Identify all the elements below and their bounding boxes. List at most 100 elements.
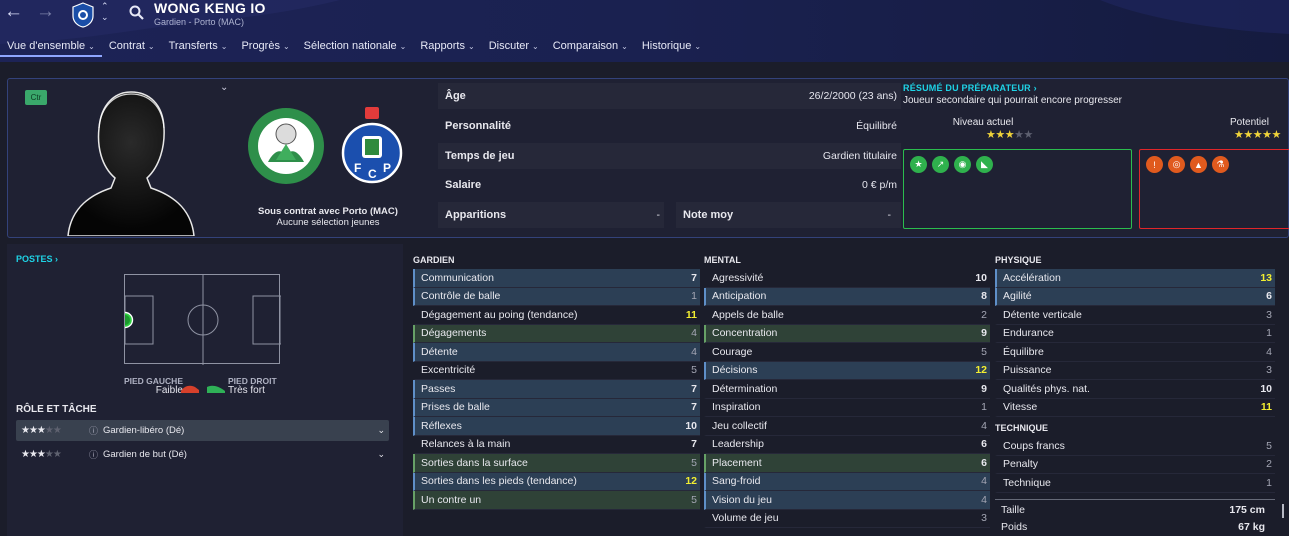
chevron-down-icon[interactable]: ⌄	[377, 425, 385, 436]
attribute-row[interactable]: Dégagement au poing (tendance) 11	[413, 306, 700, 325]
attribute-row[interactable]: Penalty 2	[995, 456, 1275, 474]
flask-trait-icon[interactable]: ⚗	[1212, 156, 1229, 173]
attribute-row[interactable]: Jeu collectif 4	[704, 417, 990, 436]
caps-line: Aucune sélection jeunes	[276, 217, 380, 228]
menu-compare[interactable]: Comparaison ⌄	[546, 37, 635, 57]
attribute-name: Accélération	[1003, 271, 1061, 284]
attribute-row[interactable]: Inspiration 1	[704, 399, 990, 417]
attribute-name: Technique	[1003, 476, 1051, 489]
attribute-name: Courage	[712, 345, 753, 358]
attribute-row[interactable]: Sorties dans la surface 5	[413, 454, 700, 473]
attribute-row[interactable]: Dégagements 4	[413, 324, 700, 343]
menu-reports[interactable]: Rapports ⌄	[413, 37, 481, 57]
current-ability-stars: ★★★★★	[986, 129, 1033, 141]
trend-up-trait-icon[interactable]: ↗	[932, 156, 949, 173]
attribute-value: 4	[981, 493, 987, 506]
attribute-row[interactable]: Communication 7	[413, 269, 700, 288]
menu-transfers[interactable]: Transferts ⌄	[162, 37, 235, 57]
attribute-value: 5	[691, 364, 697, 377]
star-trait-icon[interactable]: ★	[910, 156, 927, 173]
attribute-name: Agilité	[1003, 290, 1032, 303]
attribute-name: Dégagement au poing (tendance)	[421, 308, 578, 321]
attribute-row[interactable]: Puissance 3	[995, 362, 1275, 380]
attribute-row[interactable]: Placement 6	[704, 454, 990, 473]
attribute-row[interactable]: Anticipation 8	[704, 287, 990, 306]
menu-contract[interactable]: Contrat ⌄	[102, 37, 162, 57]
attribute-row[interactable]: Endurance 1	[995, 325, 1275, 343]
attribute-value: 5	[981, 345, 987, 358]
attribute-row[interactable]: Appels de balle 2	[704, 306, 990, 325]
target-trait-icon[interactable]: ◎	[1168, 156, 1185, 173]
brain-trait-icon[interactable]: ◉	[954, 156, 971, 173]
attribute-name: Sorties dans la surface	[421, 456, 528, 469]
attribute-row[interactable]: Coups francs 5	[995, 437, 1275, 456]
attribute-row[interactable]: Excentricité 5	[413, 362, 700, 380]
attribute-row[interactable]: Sang-froid 4	[704, 472, 990, 491]
svg-text:P: P	[383, 161, 391, 175]
attribute-row[interactable]: Relances à la main 7	[413, 436, 700, 454]
search-icon[interactable]	[129, 5, 144, 20]
club-crest-icon[interactable]	[72, 2, 94, 28]
attribute-row[interactable]: Équilibre 4	[995, 343, 1275, 362]
role-title: RÔLE ET TÂCHE	[16, 404, 97, 415]
attribute-row[interactable]: Agilité 6	[995, 287, 1275, 306]
menu-overview[interactable]: Vue d'ensemble ⌄	[0, 37, 102, 57]
attribute-row[interactable]: Accélération 13	[995, 269, 1275, 288]
attribute-row[interactable]: Un contre un 5	[413, 491, 700, 510]
attribute-row[interactable]: Prises de balle 7	[413, 398, 700, 417]
player-switch-arrows[interactable]: ⌃ ⌄	[101, 1, 109, 23]
attribute-row[interactable]: Concentration 9	[704, 324, 990, 343]
attribute-row[interactable]: Détente 4	[413, 343, 700, 362]
attribute-row[interactable]: Vision du jeu 4	[704, 491, 990, 510]
nation-crest-image	[248, 108, 324, 184]
technical-title: TECHNIQUE	[995, 423, 1049, 433]
attribute-row[interactable]: Décisions 12	[704, 361, 990, 380]
attribute-name: Détente	[421, 345, 458, 358]
info-icon[interactable]: ⓘ	[89, 424, 101, 437]
attribute-row[interactable]: Passes 7	[413, 380, 700, 399]
menu-history[interactable]: Historique ⌄	[635, 37, 708, 57]
attribute-row[interactable]: Technique 1	[995, 474, 1275, 493]
attribute-value: 2	[981, 308, 987, 321]
attribute-row[interactable]: Volume de jeu 3	[704, 510, 990, 528]
attribute-value: 5	[691, 456, 697, 469]
attribute-name: Détermination	[712, 382, 778, 395]
attribute-name: Vision du jeu	[712, 493, 772, 506]
attribute-row[interactable]: Qualités phys. nat. 10	[995, 380, 1275, 399]
menu-national[interactable]: Sélection nationale ⌄	[297, 37, 414, 57]
attribute-row[interactable]: Réflexes 10	[413, 417, 700, 436]
forward-arrow-icon[interactable]: →	[36, 2, 55, 21]
boot-trait-icon[interactable]: ◣	[976, 156, 993, 173]
info-icon[interactable]: ⓘ	[89, 448, 101, 461]
attribute-value: 7	[691, 271, 697, 284]
injury-trait-icon[interactable]: !	[1146, 156, 1163, 173]
attribute-value: 3	[1266, 364, 1272, 377]
cone-trait-icon[interactable]: ▲	[1190, 156, 1207, 173]
attribute-name: Inspiration	[712, 401, 761, 414]
portrait-dropdown-icon[interactable]: ⌄	[220, 82, 228, 93]
attribute-row[interactable]: Sorties dans les pieds (tendance) 12	[413, 472, 700, 491]
attribute-row[interactable]: Contrôle de balle 1	[413, 287, 700, 306]
attribute-name: Volume de jeu	[712, 512, 779, 525]
attribute-value: 2	[1266, 458, 1272, 471]
attribute-value: 13	[1260, 271, 1272, 284]
positions-panel: POSTES › PIED GAUCHE Faible PIED DROIT T…	[7, 244, 403, 536]
attribute-row[interactable]: Détermination 9	[704, 380, 990, 399]
coach-report-link[interactable]: RÉSUMÉ DU PRÉPARATEUR ›	[903, 83, 1289, 93]
scrollbar[interactable]	[1282, 504, 1284, 518]
positions-link[interactable]: POSTES ›	[16, 254, 58, 264]
pitch-diagram	[116, 274, 282, 365]
role-row[interactable]: ★★★★★ ⓘ Gardien-libéro (Dé) ⌄	[16, 420, 389, 441]
attribute-row[interactable]: Vitesse 11	[995, 399, 1275, 417]
back-arrow-icon[interactable]: ←	[4, 2, 23, 21]
goalkeeper-attributes: GARDIEN Communication 7 Contrôle de balle 1…	[413, 255, 700, 510]
chevron-down-icon[interactable]: ⌄	[377, 449, 385, 460]
attribute-row[interactable]: Détente verticale 3	[995, 306, 1275, 325]
goalkeeper-title: GARDIEN	[413, 255, 455, 265]
attribute-row[interactable]: Leadership 6	[704, 436, 990, 454]
menu-progress[interactable]: Progrès ⌄	[234, 37, 296, 57]
menu-discuss[interactable]: Discuter ⌄	[482, 37, 546, 57]
attribute-row[interactable]: Courage 5	[704, 343, 990, 362]
attribute-row[interactable]: Agressivité 10	[704, 269, 990, 288]
role-row[interactable]: ★★★★★ ⓘ Gardien de but (Dé) ⌄	[16, 444, 389, 465]
